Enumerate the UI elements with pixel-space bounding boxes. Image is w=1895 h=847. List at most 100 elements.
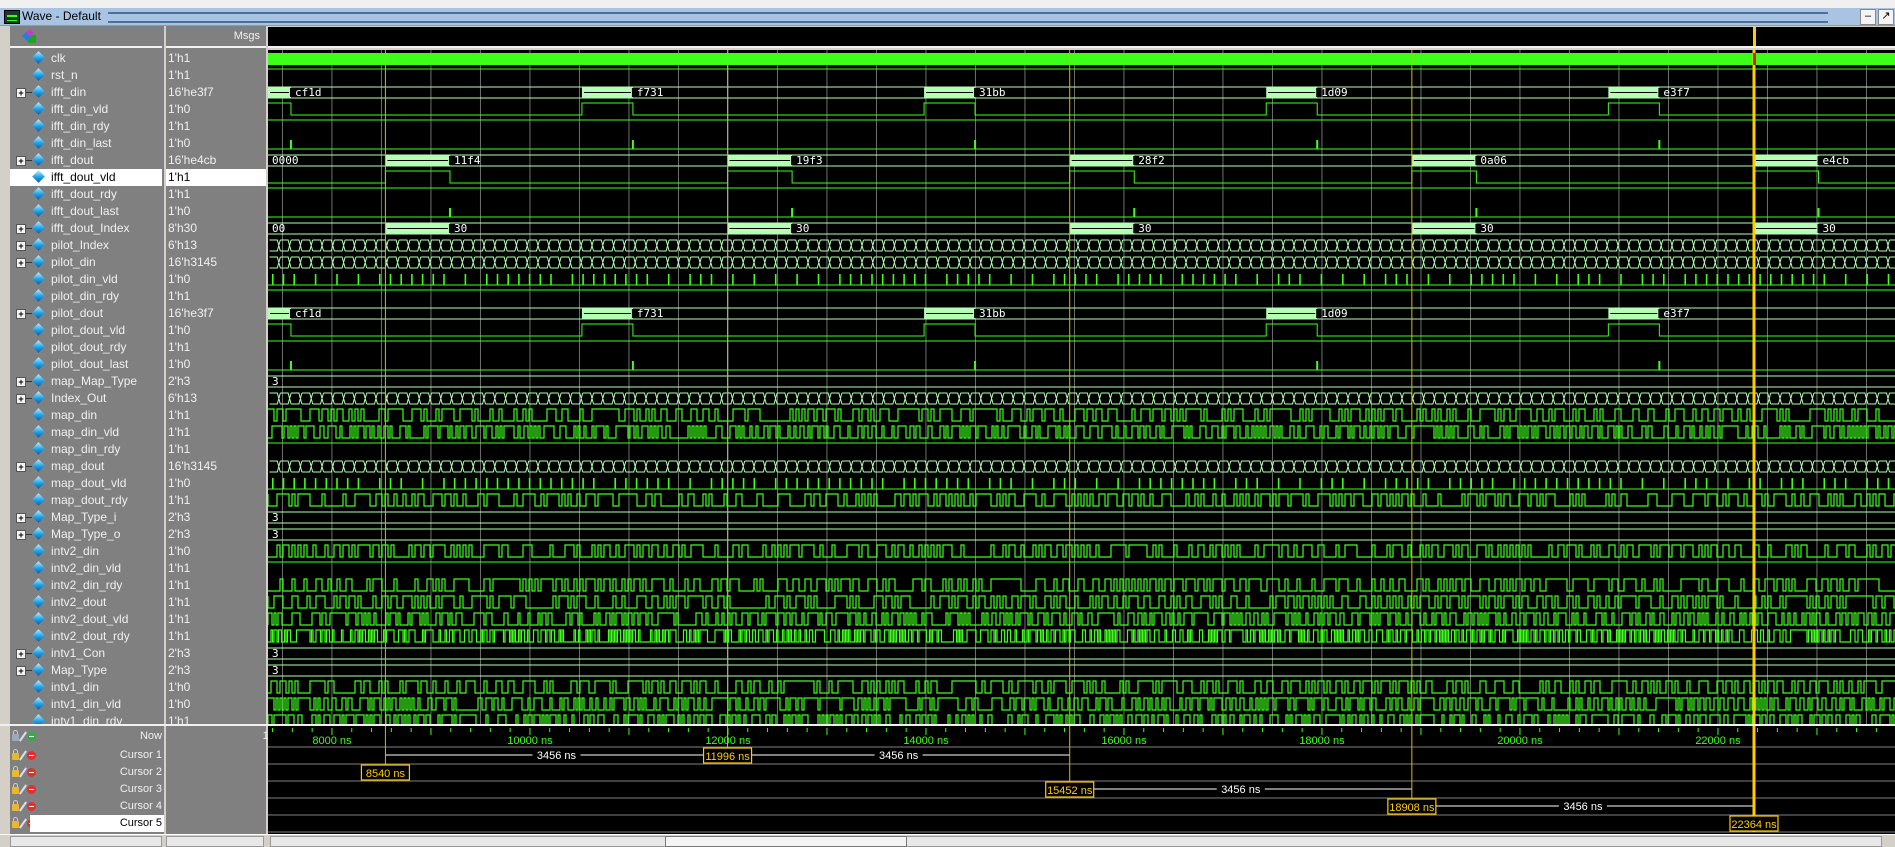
wave-intv1_din_vld[interactable] [268, 698, 1895, 710]
signal-row-pilot_dout_last[interactable]: pilot_dout_last [10, 356, 162, 373]
wave-ifft_din_vld[interactable] [268, 103, 1895, 115]
signal-value-row[interactable]: 1'h1 [166, 50, 266, 67]
signal-row-ifft_dout_Index[interactable]: +ifft_dout_Index [10, 220, 162, 237]
signal-value-row[interactable]: 2'h3 [166, 645, 266, 662]
signal-value-row[interactable]: 1'h0 [166, 475, 266, 492]
signal-row-pilot_dout_vld[interactable]: pilot_dout_vld [10, 322, 162, 339]
signal-row-pilot_din[interactable]: +pilot_din [10, 254, 162, 271]
wave-intv1_din_rdy[interactable] [268, 715, 1895, 724]
wave-Index_Out[interactable] [270, 393, 1895, 404]
signal-value-row[interactable]: 8'h30 [166, 220, 266, 237]
wave-ifft_dout_Index[interactable]: 003030303030 [268, 222, 1895, 235]
signal-row-ifft_dout_last[interactable]: ifft_dout_last [10, 203, 162, 220]
wave-ifft_din_last[interactable] [268, 140, 1895, 149]
wave-intv2_din[interactable] [268, 545, 1895, 557]
waveform-area[interactable]: cf1df73131bb1d09e3f7 000011f419f328f20a06… [268, 50, 1895, 724]
undock-button[interactable]: ↗ [1878, 9, 1894, 25]
signal-row-ifft_din_vld[interactable]: ifft_din_vld [10, 101, 162, 118]
expand-icon[interactable]: + [16, 309, 26, 319]
expand-icon[interactable]: + [16, 241, 26, 251]
wave-Map_Type_o[interactable]: 3 [268, 528, 1895, 541]
expand-icon[interactable]: + [16, 224, 26, 234]
expand-icon[interactable]: + [16, 649, 26, 659]
signal-value-row[interactable]: 1'h1 [166, 67, 266, 84]
cursor-time-label[interactable]: 11996 ns [705, 751, 750, 763]
wave-pilot_dout_last[interactable] [268, 361, 1895, 370]
expand-icon[interactable]: + [16, 88, 26, 98]
signal-row-intv2_din_rdy[interactable]: intv2_din_rdy [10, 577, 162, 594]
signal-value-row[interactable]: 1'h0 [166, 543, 266, 560]
signal-value-row[interactable]: 1'h1 [166, 577, 266, 594]
signal-value-row[interactable]: 1'h0 [166, 271, 266, 288]
cursor-row-1[interactable]: Cursor 1 [10, 747, 164, 764]
cursor-row-4[interactable]: Cursor 4 [10, 798, 164, 815]
signal-row-map_dout[interactable]: +map_dout [10, 458, 162, 475]
signal-row-ifft_dout_vld[interactable]: ifft_dout_vld [10, 169, 162, 186]
wave-ifft_dout[interactable]: 000011f419f328f20a06e4cb [268, 154, 1895, 167]
edit-cursor-icon[interactable] [19, 750, 27, 760]
signal-row-intv1_din[interactable]: intv1_din [10, 679, 162, 696]
edit-cursor-icon[interactable] [19, 767, 27, 777]
cursor-time-label[interactable]: 18908 ns [1389, 802, 1435, 814]
expand-icon[interactable]: + [16, 156, 26, 166]
edit-cursor-icon[interactable] [19, 801, 27, 811]
wave-ifft_din[interactable]: cf1df73131bb1d09e3f7 [268, 86, 1895, 99]
name-pane-scrollbar[interactable] [10, 836, 162, 847]
expand-icon[interactable]: + [16, 513, 26, 523]
signal-value-row[interactable]: 1'h0 [166, 679, 266, 696]
signal-row-ifft_dout_rdy[interactable]: ifft_dout_rdy [10, 186, 162, 203]
signal-row-intv1_din_rdy[interactable]: intv1_din_rdy [10, 713, 162, 724]
wave-pilot_dout_vld[interactable] [268, 324, 1895, 336]
signal-value-row[interactable]: 1'h1 [166, 492, 266, 509]
wave-map_din_vld[interactable] [268, 426, 1895, 438]
signal-value-row[interactable]: 2'h3 [166, 662, 266, 679]
wave-scroll-thumb[interactable] [665, 836, 907, 847]
cursor-row-2[interactable]: Cursor 2 [10, 764, 164, 781]
cursor-row-3[interactable]: Cursor 3 [10, 781, 164, 798]
signal-value-row[interactable]: 1'h1 [166, 186, 266, 203]
signal-value-row[interactable]: 1'h1 [166, 611, 266, 628]
signal-row-intv2_dout[interactable]: intv2_dout [10, 594, 162, 611]
wave-intv2_dout[interactable] [268, 596, 1895, 608]
wave-pilot_Index[interactable] [270, 240, 1895, 251]
signal-row-Index_Out[interactable]: +Index_Out [10, 390, 162, 407]
signal-value-row[interactable]: 1'h0 [166, 135, 266, 152]
wave-ifft_dout_vld[interactable] [268, 171, 1895, 183]
signal-row-intv2_dout_rdy[interactable]: intv2_dout_rdy [10, 628, 162, 645]
signal-row-pilot_Index[interactable]: +pilot_Index [10, 237, 162, 254]
signal-value-row[interactable]: 1'h0 [166, 322, 266, 339]
signal-row-map_din[interactable]: map_din [10, 407, 162, 424]
signal-row-map_dout_rdy[interactable]: map_dout_rdy [10, 492, 162, 509]
edit-icon[interactable] [19, 731, 27, 741]
signal-row-map_din_vld[interactable]: map_din_vld [10, 424, 162, 441]
wave-map_Map_Type[interactable]: 3 [268, 375, 1895, 388]
signal-value-row[interactable]: 16'h3145 [166, 458, 266, 475]
signal-value-row[interactable]: 2'h3 [166, 373, 266, 390]
active-cursor-header-line[interactable] [1753, 27, 1756, 46]
minimize-button[interactable]: – [1860, 9, 1876, 25]
signal-value-row[interactable]: 1'h1 [166, 560, 266, 577]
signal-row-ifft_din_rdy[interactable]: ifft_din_rdy [10, 118, 162, 135]
horizontal-scrollbars[interactable] [0, 834, 1895, 846]
value-pane-scrollbar[interactable] [166, 836, 264, 847]
signal-row-intv2_din[interactable]: intv2_din [10, 543, 162, 560]
signal-value-row[interactable]: 1'h1 [166, 424, 266, 441]
expand-icon[interactable]: + [16, 394, 26, 404]
signal-row-map_Map_Type[interactable]: +map_Map_Type [10, 373, 162, 390]
signal-value-row[interactable]: 6'h13 [166, 237, 266, 254]
wave-map_dout[interactable] [270, 461, 1895, 472]
signal-row-pilot_dout[interactable]: +pilot_dout [10, 305, 162, 322]
signal-row-intv1_Con[interactable]: +intv1_Con [10, 645, 162, 662]
signal-row-rst_n[interactable]: rst_n [10, 67, 162, 84]
wave-pilot_din[interactable] [270, 257, 1895, 268]
cursor-timeline-area[interactable]: 8000 ns10000 ns12000 ns14000 ns16000 ns1… [268, 726, 1895, 834]
wave-intv2_din_rdy[interactable] [268, 579, 1895, 591]
wave-intv2_dout_rdy[interactable] [268, 630, 1895, 642]
title-drag-grip[interactable] [108, 12, 1828, 23]
signal-value-row[interactable]: 2'h3 [166, 509, 266, 526]
expand-icon[interactable]: + [16, 666, 26, 676]
expand-icon[interactable]: + [16, 530, 26, 540]
signal-value-row[interactable]: 6'h13 [166, 390, 266, 407]
signal-row-Map_Type_i[interactable]: +Map_Type_i [10, 509, 162, 526]
signal-row-map_din_rdy[interactable]: map_din_rdy [10, 441, 162, 458]
